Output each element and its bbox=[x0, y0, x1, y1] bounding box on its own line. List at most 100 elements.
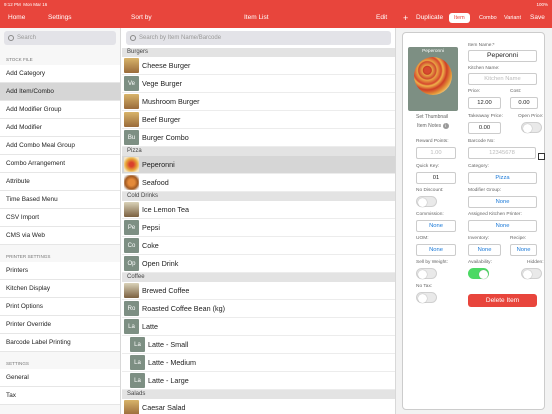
category-select[interactable]: Pizza bbox=[468, 172, 537, 184]
battery-text: 100% bbox=[536, 1, 548, 7]
info-icon[interactable]: i bbox=[442, 123, 449, 129]
sidebar-search-input[interactable]: Search bbox=[4, 31, 116, 45]
segment-combo[interactable]: Combo bbox=[474, 13, 502, 23]
save-button[interactable]: Save bbox=[530, 8, 545, 28]
list-item[interactable]: Peperonni bbox=[122, 156, 395, 174]
sort-by-button[interactable]: Sort by bbox=[131, 8, 152, 28]
item-thumbnail: Ro bbox=[124, 301, 139, 316]
sidebar-item-add-combo-meal-group[interactable]: Add Combo Meal Group bbox=[0, 137, 120, 155]
list-item[interactable]: Pe Pepsi bbox=[122, 219, 395, 237]
reward-points-label: Reward Points: bbox=[416, 139, 449, 144]
open-price-toggle[interactable] bbox=[521, 122, 542, 133]
commission-select[interactable]: None bbox=[416, 220, 456, 232]
sidebar-item-add-modifier[interactable]: Add Modifier bbox=[0, 119, 120, 137]
sidebar-item-add-modifier-group[interactable]: Add Modifier Group bbox=[0, 101, 120, 119]
search-icon bbox=[130, 35, 136, 41]
takeaway-price-field[interactable]: 0.00 bbox=[468, 122, 501, 134]
sidebar-item-combo-arrangement[interactable]: Combo Arrangement bbox=[0, 155, 120, 173]
list-item[interactable]: La Latte - Small bbox=[122, 336, 395, 354]
no-discount-toggle[interactable] bbox=[416, 196, 437, 207]
item-detail-panel: Peperonni Set Thumbnail Item Notes i Ite… bbox=[396, 28, 552, 414]
edit-button[interactable]: Edit bbox=[376, 8, 387, 28]
item-name-field[interactable]: Peperonni bbox=[468, 50, 537, 62]
list-item[interactable]: Ve Vege Burger bbox=[122, 75, 395, 93]
list-item[interactable]: Co Coke bbox=[122, 237, 395, 255]
item-image[interactable]: Peperonni bbox=[408, 47, 458, 111]
category-label: Category: bbox=[468, 164, 489, 169]
category-header: Pizza bbox=[122, 147, 395, 156]
item-name: Latte - Medium bbox=[148, 358, 196, 367]
list-item[interactable]: Ro Roasted Coffee Bean (kg) bbox=[122, 300, 395, 318]
barcode-field[interactable]: 12345678 bbox=[468, 147, 536, 159]
sidebar-item-print-options[interactable]: Print Options bbox=[0, 298, 120, 316]
uom-select[interactable]: None bbox=[416, 244, 456, 256]
availability-toggle[interactable] bbox=[468, 268, 489, 279]
settings-title: Settings bbox=[48, 14, 72, 21]
cost-field[interactable]: 0.00 bbox=[510, 97, 538, 109]
list-item[interactable]: Bu Burger Combo bbox=[122, 129, 395, 147]
sidebar-item-printer-override[interactable]: Printer Override bbox=[0, 316, 120, 334]
top-bar: Home Settings Sort by Item List Edit + D… bbox=[0, 8, 552, 28]
sidebar-item-tax[interactable]: Tax bbox=[0, 387, 120, 405]
list-item[interactable]: La Latte - Medium bbox=[122, 354, 395, 372]
home-button[interactable]: Home bbox=[8, 8, 25, 28]
sidebar-item-add-item-combo[interactable]: Add Item/Combo bbox=[0, 83, 120, 101]
item-thumbnail bbox=[124, 175, 139, 190]
sidebar-item-time-based-menu[interactable]: Time Based Menu bbox=[0, 191, 120, 209]
segment-variant[interactable]: Variant bbox=[499, 13, 526, 23]
item-image-title: Peperonni bbox=[422, 49, 444, 54]
kitchen-name-field[interactable]: Kitchen Name bbox=[468, 73, 537, 85]
set-thumbnail-button[interactable]: Set Thumbnail bbox=[416, 114, 448, 120]
reward-points-field[interactable]: 1.00 bbox=[416, 147, 456, 159]
no-tax-toggle[interactable] bbox=[416, 292, 437, 303]
list-item[interactable]: La Latte - Large bbox=[122, 372, 395, 390]
list-item[interactable]: Brewed Coffee bbox=[122, 282, 395, 300]
item-thumbnail: La bbox=[130, 355, 145, 370]
list-item[interactable]: Op Open Drink bbox=[122, 255, 395, 273]
modifier-group-select[interactable]: None bbox=[468, 196, 537, 208]
cost-label: Cost: bbox=[510, 89, 522, 94]
delete-item-button[interactable]: Delete Item bbox=[468, 294, 537, 307]
duplicate-button[interactable]: Duplicate bbox=[416, 8, 443, 28]
list-item[interactable]: Seafood bbox=[122, 174, 395, 192]
sidebar-item-attribute[interactable]: Attribute bbox=[0, 173, 120, 191]
sidebar-item-barcode-label-printing[interactable]: Barcode Label Printing bbox=[0, 334, 120, 352]
item-notes-label[interactable]: Item Notes i bbox=[417, 123, 449, 129]
item-search-input[interactable]: Search by Item Name/Barcode bbox=[126, 31, 391, 45]
item-thumbnail: La bbox=[130, 373, 145, 388]
list-item[interactable]: Ice Lemon Tea bbox=[122, 201, 395, 219]
segment-item[interactable]: Item bbox=[449, 13, 470, 23]
sidebar-item-add-category[interactable]: Add Category bbox=[0, 65, 120, 83]
list-item[interactable]: Caesar Salad bbox=[122, 399, 395, 414]
hidden-toggle[interactable] bbox=[521, 268, 542, 279]
price-field[interactable]: 12.00 bbox=[468, 97, 501, 109]
item-thumbnail: Bu bbox=[124, 130, 139, 145]
sidebar-item-csv-import[interactable]: CSV Import bbox=[0, 209, 120, 227]
item-thumbnail bbox=[124, 157, 139, 172]
sidebar-item-printers[interactable]: Printers bbox=[0, 262, 120, 280]
sidebar-item-cms-via-web[interactable]: CMS via Web bbox=[0, 227, 120, 245]
modifier-group-label: Modifier Group: bbox=[468, 188, 502, 193]
item-thumbnail: Ve bbox=[124, 76, 139, 91]
search-icon bbox=[8, 35, 14, 41]
list-item[interactable]: Mushroom Burger bbox=[122, 93, 395, 111]
recipe-select[interactable]: None bbox=[510, 244, 537, 256]
quick-key-field[interactable]: 01 bbox=[416, 172, 456, 184]
commission-label: Commission: bbox=[416, 212, 444, 217]
barcode-scan-icon[interactable] bbox=[538, 153, 545, 160]
inventory-select[interactable]: None bbox=[468, 244, 501, 256]
list-item[interactable]: Cheese Burger bbox=[122, 57, 395, 75]
printer-settings-header: PRINTER SETTINGS bbox=[6, 254, 51, 259]
list-item[interactable]: Beef Burger bbox=[122, 111, 395, 129]
add-icon[interactable]: + bbox=[403, 8, 408, 28]
item-name: Vege Burger bbox=[142, 79, 182, 88]
status-time: 9:12 PM Mon Mar 16 bbox=[4, 1, 48, 7]
item-name: Ice Lemon Tea bbox=[142, 205, 190, 214]
assigned-printer-select[interactable]: None bbox=[468, 220, 537, 232]
list-item[interactable]: La Latte bbox=[122, 318, 395, 336]
sidebar-item-general[interactable]: General bbox=[0, 369, 120, 387]
sidebar-item-kitchen-display[interactable]: Kitchen Display bbox=[0, 280, 120, 298]
barcode-label: Barcode No: bbox=[468, 139, 495, 144]
sell-by-weight-toggle[interactable] bbox=[416, 268, 437, 279]
item-thumbnail bbox=[124, 283, 139, 298]
